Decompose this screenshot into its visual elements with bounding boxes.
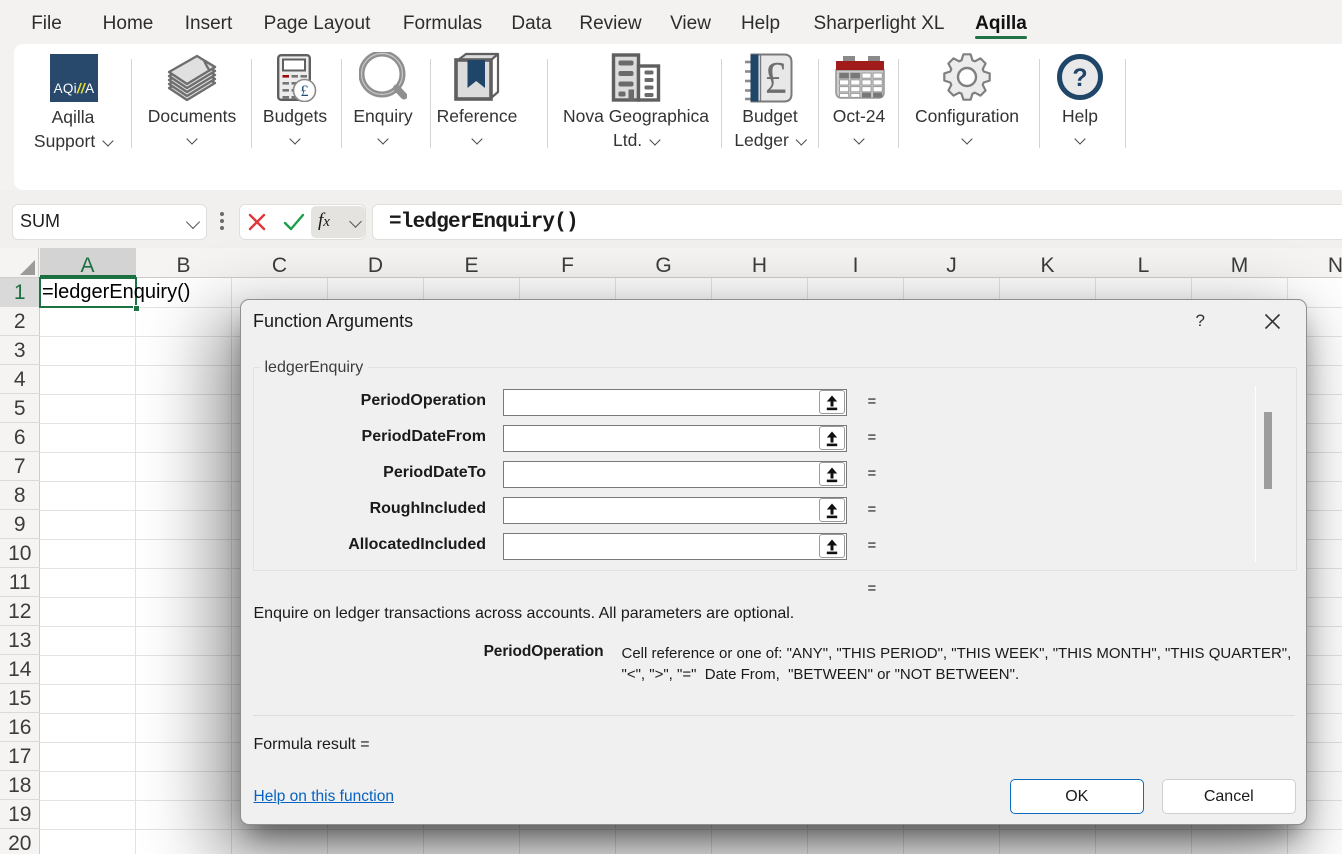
svg-text:£: £ bbox=[301, 83, 309, 100]
svg-text:?: ? bbox=[1072, 64, 1087, 92]
svg-text:£: £ bbox=[764, 53, 787, 103]
